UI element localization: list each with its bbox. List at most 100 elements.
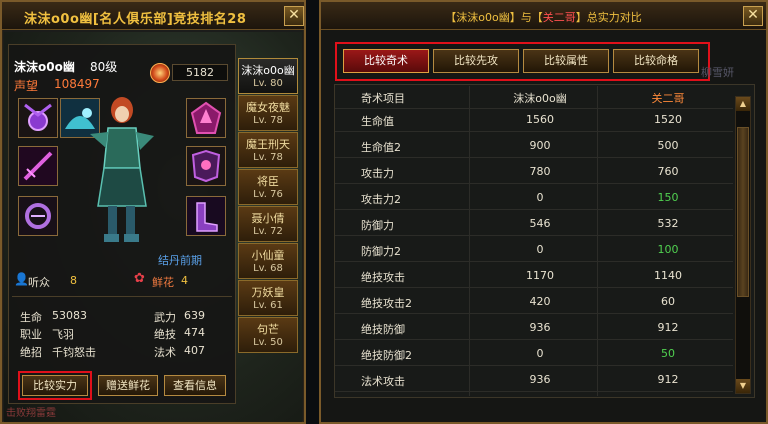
audience-label: 听众 <box>28 276 50 289</box>
tab-compare-attributes[interactable]: 比较属性 <box>523 49 609 73</box>
row-self-value: 0 <box>536 191 544 204</box>
row-item: 防御力 <box>361 219 394 232</box>
close-button[interactable]: ✕ <box>284 6 304 26</box>
table-row: 攻击力 780 760 <box>335 161 733 184</box>
character-avatar <box>90 97 154 242</box>
scroll-up-icon[interactable]: ▲ <box>736 97 750 111</box>
stat-ultimate-label: 绝招 <box>20 346 42 359</box>
row-item: 绝技防御2 <box>361 349 412 362</box>
scroll-thumb[interactable] <box>737 127 749 297</box>
row-item: 攻击力2 <box>361 193 401 206</box>
ranking-item-8[interactable]: 句芒 Lv. 50 <box>238 317 298 353</box>
ranking-item-6[interactable]: 小仙童 Lv. 68 <box>238 243 298 279</box>
title-bar: 【沫沫o0o幽】与【关二哥】总实力对比 ✕ <box>321 2 766 30</box>
row-self-value: 900 <box>529 139 551 152</box>
row-item: 攻击力 <box>361 167 394 180</box>
ranking-name: 句芒 <box>257 323 279 336</box>
stat-hp-label: 生命 <box>20 311 42 324</box>
row-item: 法术攻击 <box>361 375 405 388</box>
scrollbar[interactable]: ▲ ▼ <box>735 96 751 394</box>
row-item: 绝技攻击 <box>361 271 405 284</box>
ranking-level: Lv. 80 <box>253 78 283 89</box>
stat-skill-label: 绝技 <box>154 328 176 341</box>
power-orb-icon <box>150 63 170 83</box>
equip-slot-weapon[interactable] <box>18 146 58 186</box>
row-self-value: 1560 <box>526 113 554 126</box>
title-bar: 沫沫o0o幽[名人俱乐部]竞技排名28 ✕ <box>2 2 304 30</box>
stat-class-label: 职业 <box>20 328 42 341</box>
view-info-button[interactable]: 查看信息 <box>164 375 226 396</box>
table-row: 攻击力2 0 150 <box>335 187 733 210</box>
row-self-value: 936 <box>529 321 551 334</box>
ranking-level: Lv. 61 <box>253 300 283 311</box>
ranking-name: 魔女夜魅 <box>246 101 290 114</box>
scroll-down-icon[interactable]: ▼ <box>736 379 750 393</box>
ranking-name: 万妖皇 <box>251 286 285 299</box>
ranking-name: 沫沫o0o幽 <box>241 64 295 77</box>
ranking-name: 将臣 <box>257 175 279 188</box>
equip-slot-helmet[interactable] <box>186 146 226 186</box>
table-row: 防御力2 0 100 <box>335 239 733 262</box>
flowers-label: 鲜花 <box>152 276 174 289</box>
ranking-item-7[interactable]: 万妖皇 Lv. 61 <box>238 280 298 316</box>
header-self: 沫沫o0o幽 <box>513 92 567 105</box>
ranking-item-4[interactable]: 将臣 Lv. 76 <box>238 169 298 205</box>
equip-slot-armor[interactable] <box>186 98 226 138</box>
window-title: 沫沫o0o幽[名人俱乐部]竞技排名28 <box>24 12 247 27</box>
row-opponent-value: 912 <box>657 373 679 386</box>
row-item: 绝技攻击2 <box>361 297 412 310</box>
row-opponent-value: 760 <box>657 165 679 178</box>
stat-magic-label: 法术 <box>154 346 176 359</box>
row-opponent-value: 1140 <box>654 269 682 282</box>
table-header: 奇术项目 沫沫o0o幽 关二哥 <box>335 86 733 109</box>
table-row: 绝技防御2 0 50 <box>335 343 733 366</box>
ranking-level: Lv. 72 <box>253 226 283 237</box>
table-row: 生命值 1560 1520 <box>335 109 733 132</box>
table-row: 法术攻击 936 912 <box>335 369 733 392</box>
row-opponent-value: 912 <box>657 321 679 334</box>
ranking-level: Lv. 76 <box>253 189 283 200</box>
table-row: 绝技防御 936 912 <box>335 317 733 340</box>
faint-background-text: 柳雪妍 <box>701 66 734 79</box>
ranking-level: Lv. 50 <box>253 337 283 348</box>
ranking-name: 聂小倩 <box>251 212 285 225</box>
ranking-level: Lv. 78 <box>253 152 283 163</box>
row-opponent-value: 532 <box>657 217 679 230</box>
table-row: 生命值2 900 500 <box>335 135 733 158</box>
tab-compare-initiative[interactable]: 比较先攻 <box>433 49 519 73</box>
stat-skill-value: 474 <box>184 326 205 339</box>
row-opponent-value: 50 <box>661 347 675 360</box>
flower-icon: ✿ <box>134 271 145 286</box>
compare-strength-button[interactable]: 比较实力 <box>18 371 92 400</box>
ranking-item-5[interactable]: 聂小倩 Lv. 72 <box>238 206 298 242</box>
equip-slot-amulet[interactable] <box>18 98 58 138</box>
audience-count: 8 <box>70 274 77 287</box>
tab-compare-fate[interactable]: 比较命格 <box>613 49 699 73</box>
ranking-item-3[interactable]: 魔王刑天 Lv. 78 <box>238 132 298 168</box>
power-value: 5182 <box>172 64 228 81</box>
gift-flowers-button[interactable]: 赠送鲜花 <box>98 375 158 396</box>
flowers-count: 4 <box>181 274 188 287</box>
table-row: 绝技攻击 1170 1140 <box>335 265 733 288</box>
ranking-item-1[interactable]: 沫沫o0o幽 Lv. 80 <box>238 58 298 94</box>
title-opponent: 关二哥 <box>542 11 576 24</box>
header-item: 奇术项目 <box>361 92 405 105</box>
row-self-value: 936 <box>529 373 551 386</box>
row-item: 生命值2 <box>361 141 401 154</box>
fame-label: 声望 <box>14 79 39 93</box>
table-row: 绝技攻击2 420 60 <box>335 291 733 314</box>
compare-window: 【沫沫o0o幽】与【关二哥】总实力对比 ✕ 比较奇术 比较先攻 比较属性 比较命… <box>319 0 768 424</box>
divider <box>12 296 232 297</box>
row-opponent-value: 60 <box>661 295 675 308</box>
ranking-item-2[interactable]: 魔女夜魅 Lv. 78 <box>238 95 298 131</box>
row-self-value: 780 <box>529 165 551 178</box>
audience-icon: 👤 <box>14 272 29 286</box>
title-suffix: 】总实力对比 <box>575 11 642 24</box>
equip-slot-ring[interactable] <box>18 196 58 236</box>
row-self-value: 420 <box>529 295 551 308</box>
tab-compare-arts[interactable]: 比较奇术 <box>343 49 429 73</box>
row-self-value: 0 <box>536 243 544 256</box>
stat-class-value: 飞羽 <box>52 328 74 341</box>
close-button[interactable]: ✕ <box>743 6 763 26</box>
equip-slot-boots[interactable] <box>186 196 226 236</box>
